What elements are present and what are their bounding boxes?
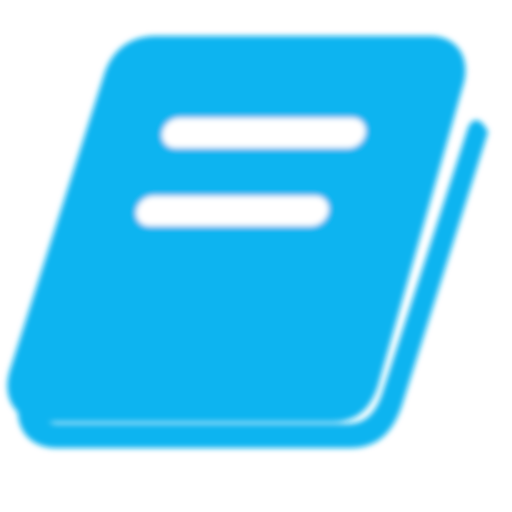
book-title-line-1 (162, 118, 366, 148)
book-icon (7, 36, 488, 448)
icon-canvas (0, 0, 512, 512)
book-title-line-2 (136, 196, 329, 226)
